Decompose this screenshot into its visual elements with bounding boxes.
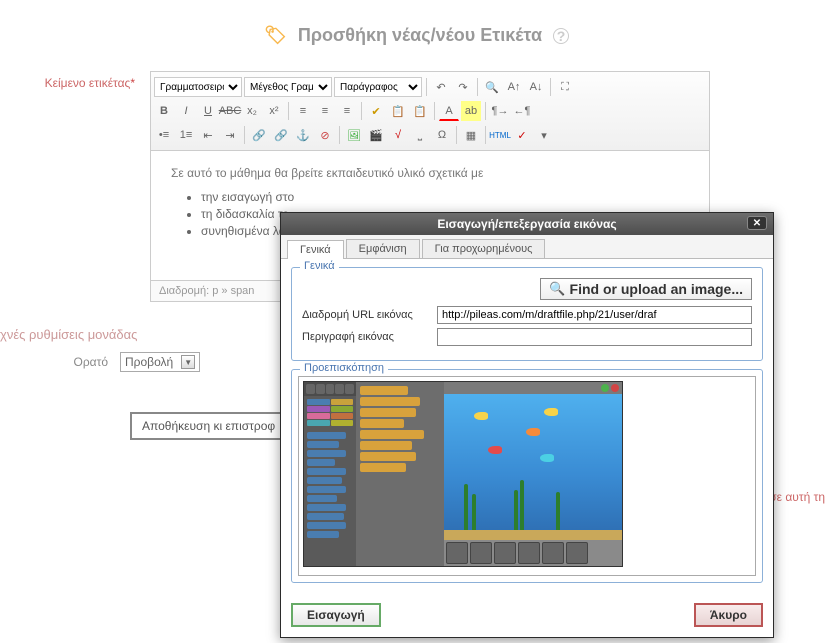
strike-icon[interactable]: ABC [220,101,240,121]
align-right-icon[interactable]: ≡ [337,101,357,121]
fieldset-preview: Προεπισκόπηση [291,369,763,583]
label-text-label: Κείμενο ετικέτας* [0,71,150,302]
url-label: Διαδρομή URL εικόνας [302,309,437,321]
preview-area[interactable] [298,376,756,576]
outdent-icon[interactable]: ⇤ [198,125,218,145]
indent-icon[interactable]: ⇥ [220,125,240,145]
spellcheck-toggle-icon[interactable]: ▾ [534,125,554,145]
stop-icon [611,384,619,392]
save-return-button[interactable]: Αποθήκευση κι επιστροφ [130,412,287,440]
clean-icon[interactable]: ✔ [366,101,386,121]
paste-text-icon[interactable]: 📋 [388,101,408,121]
find-upload-button[interactable]: 🔍 Find or upload an image... [540,278,752,300]
subscript-icon[interactable]: x₂ [242,101,262,121]
image-desc-input[interactable] [437,328,752,346]
anchor-icon[interactable]: ⚓ [293,125,313,145]
align-left-icon[interactable]: ≡ [293,101,313,121]
undo-icon[interactable]: ↶ [431,77,451,97]
footer-link[interactable]: σε αυτή τη [769,490,825,504]
tab-general[interactable]: Γενικά [287,240,344,259]
help-icon[interactable]: ? [553,28,569,44]
format-select[interactable]: Παράγραφος [334,77,422,97]
fullscreen-icon[interactable]: ⛶ [555,77,575,97]
dialog-title: Εισαγωγή/επεξεργασία εικόνας [437,217,616,231]
equation-icon[interactable]: √ [388,125,408,145]
number-list-icon[interactable]: 1≡ [176,125,196,145]
superscript-icon[interactable]: x² [264,101,284,121]
nonbreaking-icon[interactable]: ⎵ [410,125,430,145]
fontsize-down-icon[interactable]: A↓ [526,77,546,97]
html-icon[interactable]: HTML [490,125,510,145]
spellcheck-icon[interactable]: ✓ [512,125,532,145]
italic-icon[interactable]: I [176,101,196,121]
link-icon[interactable]: 🔗 [249,125,269,145]
bold-icon[interactable]: B [154,101,174,121]
rtl-icon[interactable]: ←¶ [512,101,532,121]
editor-toolbar: Γραμματοσειρά Μέγεθος Γραμ Παράγραφος ↶ … [150,71,710,151]
insert-button[interactable]: Εισαγωγή [291,603,381,627]
page-title-text: Προσθήκη νέας/νέου Ετικέτα [298,25,542,45]
table-icon[interactable]: ▦ [461,125,481,145]
dialog-titlebar[interactable]: Εισαγωγή/επεξεργασία εικόνας ✕ [281,213,773,235]
fieldset-general: Γενικά 🔍 Find or upload an image... Διαδ… [291,267,763,361]
tag-icon: 🏷 [264,25,287,45]
media-icon[interactable]: 🎬 [366,125,386,145]
legend-general: Γενικά [300,260,339,272]
font-select[interactable]: Γραμματοσειρά [154,77,242,97]
text-color-icon[interactable]: A [439,101,459,121]
visible-select[interactable]: Προβολή ▼ [120,352,200,372]
ltr-icon[interactable]: ¶→ [490,101,510,121]
preview-image [303,381,623,567]
page-title: 🏷 Προσθήκη νέας/νέου Ετικέτα ? [0,0,833,56]
fontsize-up-icon[interactable]: A↑ [504,77,524,97]
desc-label: Περιγραφή εικόνας [302,331,437,343]
image-icon[interactable]: 🖼 [344,125,364,145]
magnifier-icon: 🔍 [549,281,565,297]
visible-label: Ορατό [0,355,120,369]
close-icon[interactable]: ✕ [747,216,767,230]
bg-color-icon[interactable]: ab [461,101,481,121]
unlink-icon[interactable]: 🔗 [271,125,291,145]
char-icon[interactable]: Ω [432,125,452,145]
search-icon[interactable]: 🔍 [482,77,502,97]
size-select[interactable]: Μέγεθος Γραμ [244,77,332,97]
image-dialog: Εισαγωγή/επεξεργασία εικόνας ✕ Γενικά Εμ… [280,212,774,638]
cancel-button[interactable]: Άκυρο [694,603,763,627]
tab-appearance[interactable]: Εμφάνιση [346,239,420,258]
align-center-icon[interactable]: ≡ [315,101,335,121]
chevron-down-icon: ▼ [181,355,195,369]
nolink-icon[interactable]: ⊘ [315,125,335,145]
editor-intro-text: Σε αυτό το μάθημα θα βρείτε εκπαιδευτικό… [171,166,689,180]
underline-icon[interactable]: U [198,101,218,121]
green-flag-icon [601,384,609,392]
list-item: την εισαγωγή στο [201,190,689,204]
redo-icon[interactable]: ↷ [453,77,473,97]
dialog-tabs: Γενικά Εμφάνιση Για προχωρημένους [281,235,773,259]
paste-word-icon[interactable]: 📋 [410,101,430,121]
image-url-input[interactable] [437,306,752,324]
bullet-list-icon[interactable]: •≡ [154,125,174,145]
tab-advanced[interactable]: Για προχωρημένους [422,239,546,258]
legend-preview: Προεπισκόπηση [300,362,388,374]
